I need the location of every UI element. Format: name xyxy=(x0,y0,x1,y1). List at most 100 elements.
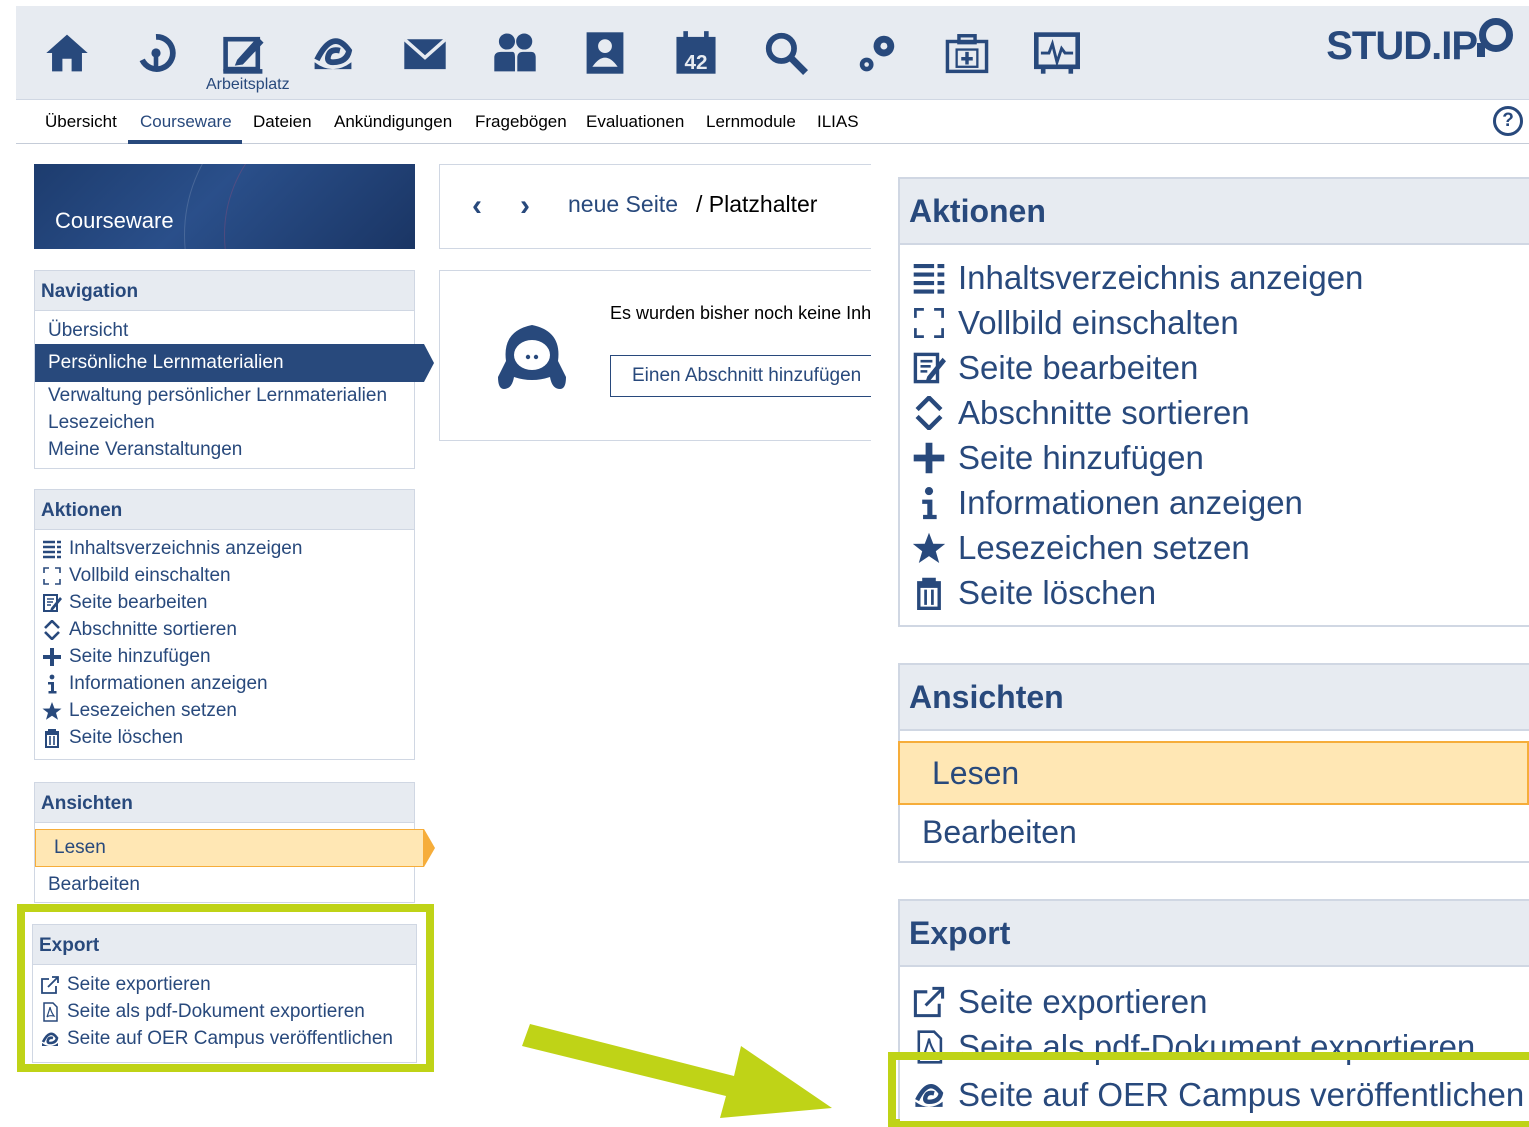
search-icon[interactable] xyxy=(761,28,811,78)
zoom-export-page[interactable]: Seite exportieren xyxy=(900,979,1529,1024)
zoom-export-heading: Export xyxy=(900,901,1529,967)
oer-icon xyxy=(910,1076,948,1114)
help-icon[interactable]: ? xyxy=(1493,106,1523,136)
action-label: Informationen anzeigen xyxy=(69,672,268,694)
trash-icon xyxy=(910,574,948,612)
logo-text: STUD.IP xyxy=(1326,24,1478,68)
zoom-action-bookmark[interactable]: Lesezeichen setzen xyxy=(900,525,1529,570)
top-navigation: Arbeitsplatz 42 STUD.IP xyxy=(16,6,1529,100)
info-icon xyxy=(41,673,63,695)
star-icon xyxy=(41,700,63,722)
zoom-export-oer-campus[interactable]: Seite auf OER Campus veröffentlichen xyxy=(900,1069,1529,1121)
chevron-left-icon[interactable]: ‹ xyxy=(472,189,482,223)
nav-item-manage-materials[interactable]: Verwaltung persönlicher Lernmaterialien xyxy=(35,382,414,409)
nav-item-overview[interactable]: Übersicht xyxy=(35,317,414,344)
action-sort-sections[interactable]: Abschnitte sortieren xyxy=(35,616,414,643)
monitor-icon[interactable] xyxy=(1032,28,1082,78)
edit-icon xyxy=(41,592,63,614)
nav-item-my-courses[interactable]: Meine Veranstaltungen xyxy=(35,436,414,463)
zoom-views-panel: Ansichten Lesen Bearbeiten xyxy=(898,663,1529,863)
action-delete-page[interactable]: Seite löschen xyxy=(35,724,414,751)
mail-icon[interactable] xyxy=(400,28,450,78)
breadcrumb: ‹ › neue Seite / Platzhalter xyxy=(439,164,871,249)
admin-icon[interactable] xyxy=(852,28,902,78)
action-label: Seite bearbeiten xyxy=(958,348,1199,386)
empty-state-message: Es wurden bisher noch keine Inhalte eing… xyxy=(610,303,871,323)
workplace-icon[interactable] xyxy=(219,28,269,78)
actions-heading: Aktionen xyxy=(35,490,414,530)
action-bookmark[interactable]: Lesezeichen setzen xyxy=(35,697,414,724)
zoom-action-edit-page[interactable]: Seite bearbeiten xyxy=(900,345,1529,390)
zoom-action-toc[interactable]: Inhaltsverzeichnis anzeigen xyxy=(900,255,1529,300)
schedule-icon[interactable]: 42 xyxy=(671,28,721,78)
edit-icon xyxy=(910,349,948,387)
export-highlight-frame xyxy=(17,904,434,1072)
tab-questionnaires[interactable]: Fragebögen xyxy=(475,112,567,132)
action-label: Inhaltsverzeichnis anzeigen xyxy=(958,258,1364,296)
star-icon xyxy=(910,529,948,567)
zoom-actions-panel: Aktionen Inhaltsverzeichnis anzeigen Vol… xyxy=(898,177,1529,627)
action-label: Seite bearbeiten xyxy=(69,591,208,613)
nav-item-personal-materials[interactable]: Persönliche Lernmaterialien xyxy=(35,344,434,382)
navigation-widget: Navigation Übersicht Persönliche Lernmat… xyxy=(34,270,434,469)
breadcrumb-parent-link[interactable]: neue Seite xyxy=(568,191,678,218)
community-icon[interactable] xyxy=(490,28,540,78)
sort-icon xyxy=(41,619,63,641)
action-label: Seite exportieren xyxy=(958,982,1208,1020)
action-add-page[interactable]: Seite hinzufügen xyxy=(35,643,414,670)
zoom-export-panel: Export Seite exportieren Seite als pdf-D… xyxy=(898,899,1529,1127)
active-tab-indicator xyxy=(128,140,242,144)
tab-courseware[interactable]: Courseware xyxy=(140,112,232,132)
tab-ilias[interactable]: ILIAS xyxy=(817,112,859,132)
tab-evaluations[interactable]: Evaluationen xyxy=(586,112,684,132)
zoom-action-show-info[interactable]: Informationen anzeigen xyxy=(900,480,1529,525)
views-heading: Ansichten xyxy=(35,783,414,823)
action-toc[interactable]: Inhaltsverzeichnis anzeigen xyxy=(35,535,414,562)
zoom-action-fullscreen[interactable]: Vollbild einschalten xyxy=(900,300,1529,345)
courseware-mascot-icon xyxy=(498,325,566,389)
actions-widget: Aktionen Inhaltsverzeichnis anzeigen Vol… xyxy=(34,489,415,760)
action-label: Seite löschen xyxy=(958,573,1157,611)
add-icon xyxy=(910,439,948,477)
zoom-action-sort-sections[interactable]: Abschnitte sortieren xyxy=(900,390,1529,435)
chevron-right-icon[interactable]: › xyxy=(520,189,530,223)
views-widget: Ansichten Lesen Bearbeiten xyxy=(34,782,435,903)
trash-icon xyxy=(41,727,63,749)
fullscreen-icon xyxy=(910,304,948,342)
action-label: Seite hinzufügen xyxy=(69,645,211,667)
view-item-read[interactable]: Lesen xyxy=(35,829,435,867)
zoom-actions-heading: Aktionen xyxy=(900,179,1529,245)
logo-mark xyxy=(1477,18,1513,57)
zoom-view-edit[interactable]: Bearbeiten xyxy=(900,805,1529,860)
action-label: Informationen anzeigen xyxy=(958,483,1303,521)
tab-announcements[interactable]: Ankündigungen xyxy=(334,112,452,132)
action-label: Lesezeichen setzen xyxy=(958,528,1250,566)
sidebar-header: Courseware xyxy=(34,164,415,249)
nav-item-bookmarks[interactable]: Lesezeichen xyxy=(35,409,414,436)
oer-icon[interactable] xyxy=(308,28,358,78)
zoom-action-add-page[interactable]: Seite hinzufügen xyxy=(900,435,1529,480)
view-item-edit[interactable]: Bearbeiten xyxy=(35,871,414,898)
action-label: Lesezeichen setzen xyxy=(69,699,237,721)
studip-logo[interactable]: STUD.IP xyxy=(1326,18,1513,69)
add-section-button[interactable]: Einen Abschnitt hinzufügen xyxy=(610,355,871,397)
action-edit-page[interactable]: Seite bearbeiten xyxy=(35,589,414,616)
tab-overview[interactable]: Übersicht xyxy=(45,112,117,132)
activity-icon[interactable] xyxy=(131,28,181,78)
tools-icon[interactable] xyxy=(942,28,992,78)
action-label: Abschnitte sortieren xyxy=(958,393,1250,431)
toc-icon xyxy=(910,259,948,297)
breadcrumb-current: / Platzhalter xyxy=(696,191,818,217)
home-icon[interactable] xyxy=(42,28,92,78)
add-icon xyxy=(41,646,63,668)
page-content: Es wurden bisher noch keine Inhalte eing… xyxy=(439,270,871,441)
zoom-action-delete-page[interactable]: Seite löschen xyxy=(900,570,1529,615)
tab-files[interactable]: Dateien xyxy=(253,112,312,132)
fullscreen-icon xyxy=(41,565,63,587)
zoom-view-read[interactable]: Lesen xyxy=(898,741,1529,805)
action-fullscreen[interactable]: Vollbild einschalten xyxy=(35,562,414,589)
profile-icon[interactable] xyxy=(580,28,630,78)
tab-learning-modules[interactable]: Lernmodule xyxy=(706,112,796,132)
svg-text:42: 42 xyxy=(684,51,707,74)
action-show-info[interactable]: Informationen anzeigen xyxy=(35,670,414,697)
